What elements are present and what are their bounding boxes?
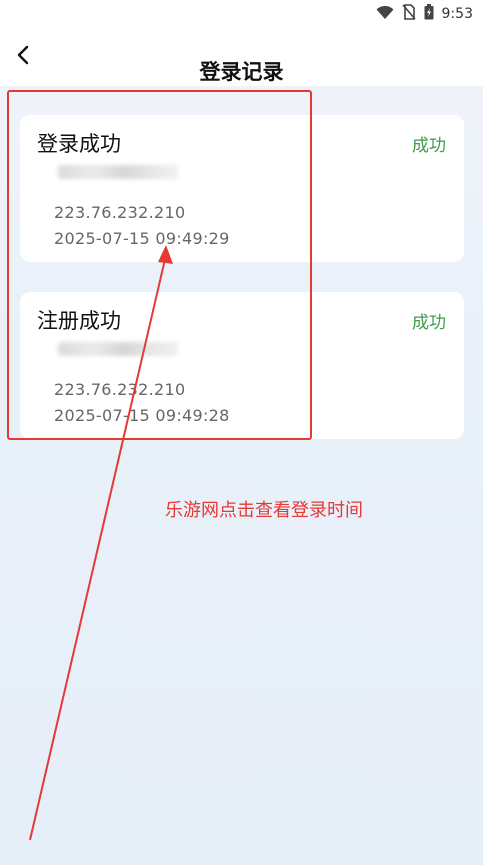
header-bar: 登录记录 <box>0 28 483 86</box>
annotation-highlight-box <box>7 90 312 440</box>
status-time: 9:53 <box>441 6 473 22</box>
no-sim-icon <box>401 4 416 24</box>
status-icons: 9:53 <box>376 4 473 24</box>
wifi-icon <box>376 5 394 24</box>
annotation-text: 乐游网点击查看登录时间 <box>165 500 363 521</box>
status-bar: 9:53 <box>0 0 483 28</box>
status-badge: 成功 <box>412 313 446 333</box>
battery-charging-icon <box>424 4 434 24</box>
status-badge: 成功 <box>412 136 446 156</box>
page-title: 登录记录 <box>199 60 284 84</box>
